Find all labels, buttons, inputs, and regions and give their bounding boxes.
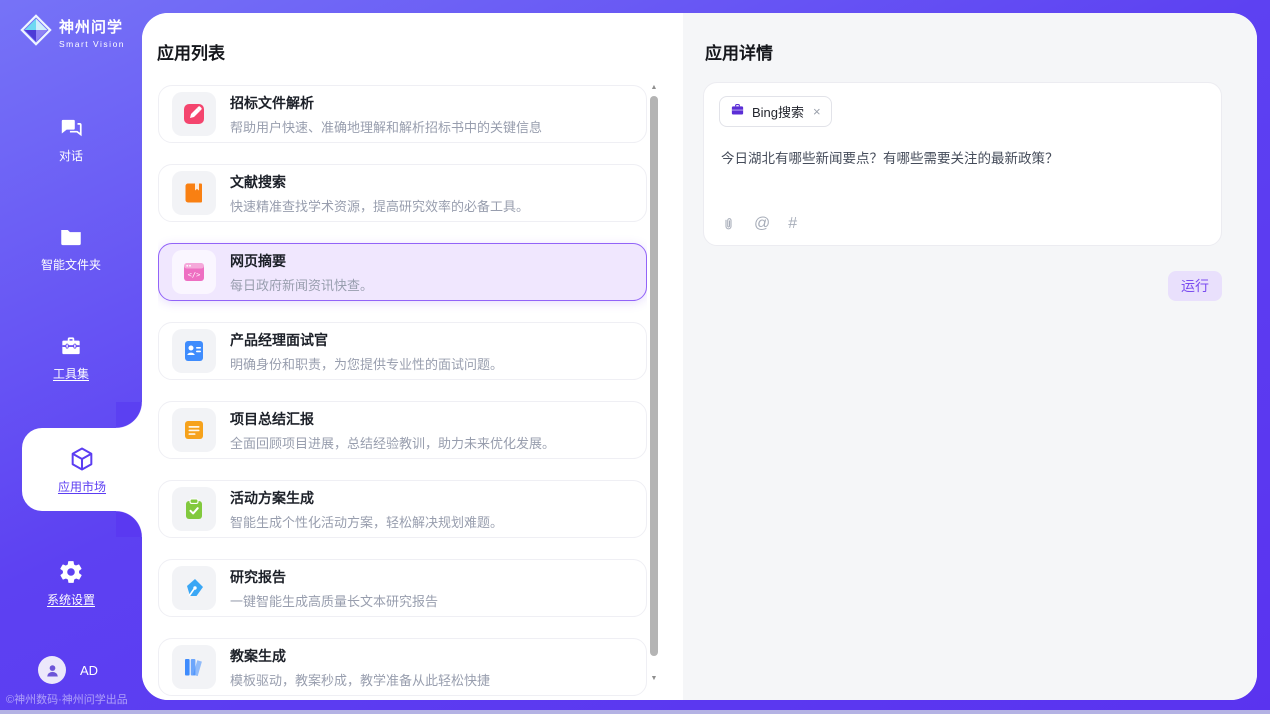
gear-icon: [58, 559, 84, 585]
app-card[interactable]: 项目总结汇报 全面回顾项目进展，总结经验教训，助力未来优化发展。: [158, 401, 647, 459]
sidebar-item-settings[interactable]: 系统设置: [0, 545, 142, 620]
app-list-panel: 应用列表 招标文件解析 帮助用户快速、准确地理解和解析招标书中的关键信息 文献搜…: [142, 13, 683, 700]
scrollbar-thumb[interactable]: [650, 96, 658, 656]
clipboard-check-icon: [172, 487, 216, 531]
at-icon[interactable]: @: [754, 215, 770, 233]
user-initials: AD: [80, 663, 98, 678]
sidebar-nav: 对话 智能文件夹 工具集 应用市场 系统设置: [0, 101, 142, 620]
sidebar-item-folders[interactable]: 智能文件夹: [0, 210, 142, 285]
books-icon: [172, 645, 216, 689]
scrollbar-down-arrow-icon[interactable]: ▼: [649, 674, 659, 684]
scrollbar-up-arrow-icon[interactable]: ▲: [649, 83, 659, 93]
sidebar-item-label: 对话: [59, 147, 83, 164]
app-details-panel: 应用详情 Bing搜索 × 今日湖北有哪些新闻要点？有哪些需要关注的最新政策？ …: [683, 13, 1257, 700]
app-card-title: 活动方案生成: [230, 488, 503, 508]
note-icon: [172, 408, 216, 452]
main-content-card: 应用列表 招标文件解析 帮助用户快速、准确地理解和解析招标书中的关键信息 文献搜…: [142, 13, 1257, 700]
app-cards-container: 招标文件解析 帮助用户快速、准确地理解和解析招标书中的关键信息 文献搜索 快速精…: [158, 85, 647, 700]
browser-code-icon: </>: [172, 250, 216, 294]
app-card-title: 文献搜索: [230, 172, 529, 192]
briefcase-icon: [730, 102, 745, 122]
app-card-description: 模板驱动，教案秒成，教学准备从此轻松快捷: [230, 670, 490, 689]
attachment-toolbar: @#: [721, 215, 797, 233]
paperclip-icon[interactable]: [721, 215, 736, 233]
tool-chip-label: Bing搜索: [752, 102, 804, 121]
resume-icon: [172, 329, 216, 373]
sidebar-item-market[interactable]: 应用市场: [22, 428, 142, 511]
sidebar-item-label: 系统设置: [47, 591, 95, 608]
brand-logo: 神州问学 Smart Vision: [20, 14, 125, 51]
toolbox-icon: [58, 333, 84, 359]
sidebar-item-label: 智能文件夹: [41, 256, 101, 273]
ink-pen-icon: [172, 566, 216, 610]
sidebar: 神州问学 Smart Vision 对话 智能文件夹 工具集 应用市场 系统设置…: [0, 0, 142, 714]
app-card-title: 招标文件解析: [230, 93, 542, 113]
app-card-title: 项目总结汇报: [230, 409, 555, 429]
app-card[interactable]: 教案生成 模板驱动，教案秒成，教学准备从此轻松快捷: [158, 638, 647, 696]
app-card[interactable]: 产品经理面试官 明确身份和职责，为您提供专业性的面试问题。: [158, 322, 647, 380]
svg-text:</>: </>: [188, 271, 201, 279]
prompt-text[interactable]: 今日湖北有哪些新闻要点？有哪些需要关注的最新政策？: [721, 149, 1204, 169]
copyright-text: ©神州数码·神州问学出品: [6, 691, 128, 707]
app-list-scrollbar[interactable]: ▲ ▼: [649, 83, 659, 684]
sidebar-item-chat[interactable]: 对话: [0, 101, 142, 176]
prompt-input-card[interactable]: Bing搜索 × 今日湖北有哪些新闻要点？有哪些需要关注的最新政策？ @#: [703, 82, 1222, 246]
cube-icon: [68, 446, 96, 472]
app-card-title: 教案生成: [230, 646, 490, 666]
sidebar-item-toolkit[interactable]: 工具集: [0, 319, 142, 394]
brand-title: 神州问学: [59, 16, 125, 37]
app-card[interactable]: 研究报告 一键智能生成高质量长文本研究报告: [158, 559, 647, 617]
app-details-title: 应用详情: [705, 39, 773, 64]
app-card-description: 帮助用户快速、准确地理解和解析招标书中的关键信息: [230, 117, 542, 136]
app-card-title: 研究报告: [230, 567, 438, 587]
app-card-description: 快速精准查找学术资源，提高研究效率的必备工具。: [230, 196, 529, 215]
chat-icon: [58, 115, 84, 141]
brand-subtitle: Smart Vision: [59, 39, 125, 49]
app-card[interactable]: </> 网页摘要 每日政府新闻资讯快查。: [158, 243, 647, 301]
app-card[interactable]: 招标文件解析 帮助用户快速、准确地理解和解析招标书中的关键信息: [158, 85, 647, 143]
chip-close-icon[interactable]: ×: [813, 104, 821, 119]
tool-chip-bing-search[interactable]: Bing搜索 ×: [719, 96, 832, 127]
hash-icon[interactable]: #: [788, 215, 797, 233]
user-account[interactable]: AD: [38, 656, 98, 684]
app-card-description: 全面回顾项目进展，总结经验教训，助力未来优化发展。: [230, 433, 555, 452]
app-card-description: 智能生成个性化活动方案，轻松解决规划难题。: [230, 512, 503, 531]
sidebar-item-label: 应用市场: [58, 478, 106, 495]
app-card-title: 网页摘要: [230, 251, 373, 271]
sidebar-item-label: 工具集: [53, 365, 89, 382]
folder-icon: [58, 224, 84, 250]
app-card-description: 一键智能生成高质量长文本研究报告: [230, 591, 438, 610]
app-card-description: 明确身份和职责，为您提供专业性的面试问题。: [230, 354, 503, 373]
pen-square-icon: [172, 92, 216, 136]
run-button[interactable]: 运行: [1168, 271, 1222, 301]
diamond-logo-icon: [20, 14, 52, 51]
app-card[interactable]: 活动方案生成 智能生成个性化活动方案，轻松解决规划难题。: [158, 480, 647, 538]
app-card-description: 每日政府新闻资讯快查。: [230, 275, 373, 294]
app-list-title: 应用列表: [157, 39, 225, 64]
user-avatar-icon: [38, 656, 66, 684]
book-icon: [172, 171, 216, 215]
app-card-title: 产品经理面试官: [230, 330, 503, 350]
app-card[interactable]: 文献搜索 快速精准查找学术资源，提高研究效率的必备工具。: [158, 164, 647, 222]
